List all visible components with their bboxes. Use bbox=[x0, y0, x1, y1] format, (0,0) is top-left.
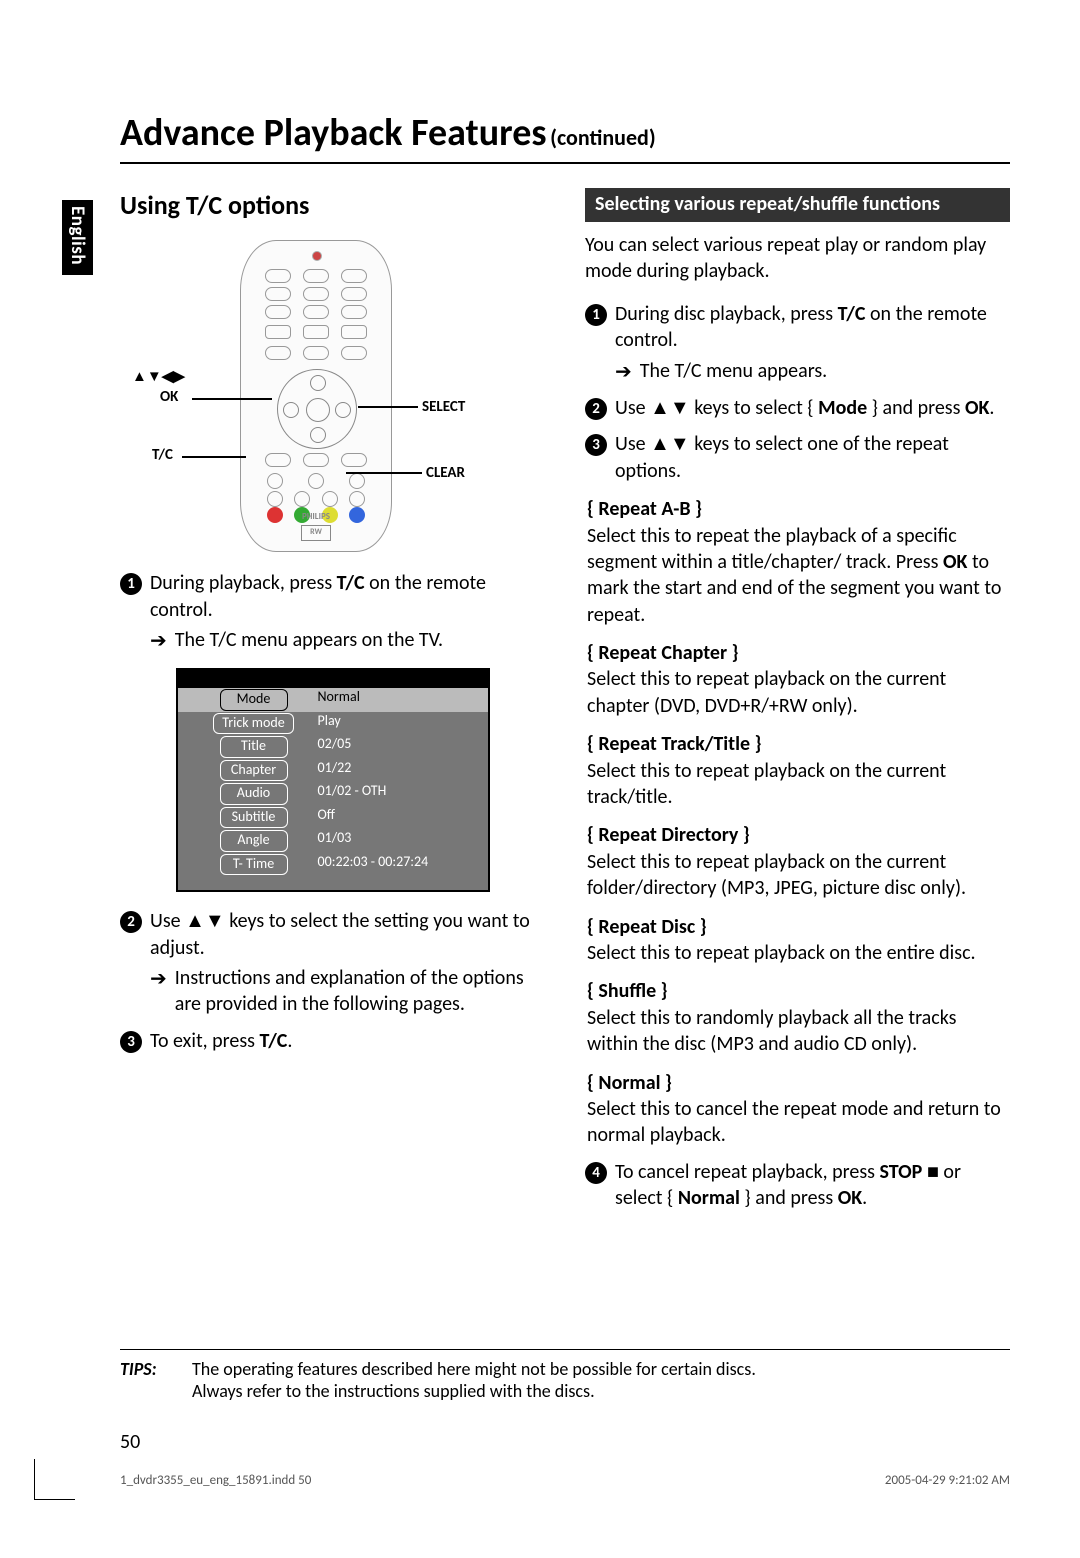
osd-row: Audio01/02 - OTH bbox=[178, 782, 488, 805]
text: OK bbox=[965, 396, 989, 420]
page-title: Advance Playback Features bbox=[120, 110, 546, 156]
left-step-1: 1 During playback, press T/C on the remo… bbox=[120, 570, 545, 623]
repeat-option: { Repeat Directory }Select this to repea… bbox=[587, 822, 1010, 901]
left-step-2: 2 Use ▲▼ keys to select the setting you … bbox=[120, 908, 545, 961]
left-step-1-note: The T/C menu appears on the TV. bbox=[150, 627, 545, 654]
footer-timestamp: 2005-04-29 9:21:02 AM bbox=[885, 1473, 1010, 1488]
text: To cancel repeat playback, press bbox=[615, 1160, 880, 1184]
repeat-option: { Normal }Select this to cancel the repe… bbox=[587, 1070, 1010, 1149]
osd-row: Trick modePlay bbox=[178, 712, 488, 735]
right-step-4: 4 To cancel repeat playback, press STOP … bbox=[585, 1159, 1010, 1212]
text: . bbox=[287, 1029, 292, 1053]
text: During playback, press bbox=[150, 571, 337, 595]
tips-line: Always refer to the instructions supplie… bbox=[192, 1380, 1010, 1402]
text: Mode bbox=[818, 396, 867, 420]
text: . bbox=[862, 1186, 867, 1210]
label-arrows: ▲▼◀▶ bbox=[132, 368, 185, 388]
right-step-1-note: The T/C menu appears. bbox=[615, 358, 1010, 385]
step-number-icon: 3 bbox=[120, 1031, 142, 1053]
step-number-icon: 2 bbox=[120, 911, 142, 933]
right-step-3: 3 Use ▲▼ keys to select one of the repea… bbox=[585, 431, 1010, 484]
left-step-3: 3 To exit, press T/C. bbox=[120, 1028, 545, 1054]
text: STOP bbox=[880, 1160, 923, 1184]
right-step-2: 2 Use ▲▼ keys to select { Mode } and pre… bbox=[585, 395, 1010, 421]
title-bar: Advance Playback Features (continued) bbox=[120, 110, 1010, 164]
text: During disc playback, press bbox=[615, 302, 838, 326]
crop-mark bbox=[34, 1459, 75, 1500]
language-tab: English bbox=[62, 200, 93, 275]
repeat-option: { Repeat Chapter }Select this to repeat … bbox=[587, 640, 1010, 719]
tips-label: TIPS: bbox=[120, 1358, 192, 1402]
text: The T/C menu appears on the TV. bbox=[175, 627, 443, 654]
step-number-icon: 4 bbox=[585, 1162, 607, 1184]
left-column: Using T/C options PHILIPS RW bbox=[120, 188, 545, 1212]
repeat-option: { Shuffle }Select this to randomly playb… bbox=[587, 978, 1010, 1057]
text: OK bbox=[838, 1186, 862, 1210]
tips-line: The operating features described here mi… bbox=[192, 1358, 1010, 1380]
osd-row: ModeNormal bbox=[178, 688, 488, 711]
intro-text: You can select various repeat play or ra… bbox=[585, 232, 1010, 285]
label-tc: T/C bbox=[152, 446, 173, 466]
tips-box: TIPS: The operating features described h… bbox=[120, 1349, 1010, 1402]
label-select: SELECT bbox=[422, 398, 465, 418]
text: } and press bbox=[867, 396, 965, 420]
step-number-icon: 1 bbox=[585, 304, 607, 326]
osd-row: SubtitleOff bbox=[178, 806, 488, 829]
remote-brand: PHILIPS bbox=[241, 511, 391, 523]
text: T/C bbox=[337, 571, 365, 595]
osd-row: Chapter01/22 bbox=[178, 759, 488, 782]
text: Use ▲▼ keys to select the setting you wa… bbox=[150, 908, 545, 961]
step-number-icon: 1 bbox=[120, 573, 142, 595]
page-title-continued: (continued) bbox=[550, 124, 656, 151]
print-footer: 1_dvdr3355_eu_eng_15891.indd 50 2005-04-… bbox=[120, 1473, 1010, 1488]
remote-diagram: PHILIPS RW ▲▼◀▶ OK T/C SELECT CLEAR bbox=[120, 240, 545, 560]
text: T/C bbox=[838, 302, 866, 326]
left-step-2-note: Instructions and explanation of the opti… bbox=[150, 965, 545, 1018]
label-ok: OK bbox=[160, 388, 178, 408]
remote-rw-logo: RW bbox=[301, 525, 331, 541]
text: Normal bbox=[678, 1186, 740, 1210]
right-step-1: 1 During disc playback, press T/C on the… bbox=[585, 301, 1010, 354]
osd-row: Title02/05 bbox=[178, 735, 488, 758]
repeat-option: { Repeat Disc }Select this to repeat pla… bbox=[587, 914, 1010, 967]
text: Use ▲▼ keys to select one of the repeat … bbox=[615, 431, 1010, 484]
right-column: Selecting various repeat/shuffle functio… bbox=[585, 188, 1010, 1212]
label-clear: CLEAR bbox=[426, 464, 465, 484]
page-number: 50 bbox=[120, 1430, 140, 1454]
remote-outline: PHILIPS RW bbox=[240, 240, 392, 552]
step-number-icon: 3 bbox=[585, 434, 607, 456]
repeat-option: { Repeat Track/Title }Select this to rep… bbox=[587, 731, 1010, 810]
text: . bbox=[989, 396, 994, 420]
page-content: Advance Playback Features (continued) Us… bbox=[120, 110, 1010, 1488]
osd-menu: ModeNormalTrick modePlayTitle02/05Chapte… bbox=[176, 668, 490, 892]
text: The T/C menu appears. bbox=[640, 358, 827, 385]
step-number-icon: 2 bbox=[585, 398, 607, 420]
text: T/C bbox=[259, 1029, 287, 1053]
footer-filename: 1_dvdr3355_eu_eng_15891.indd 50 bbox=[120, 1473, 311, 1488]
text: Instructions and explanation of the opti… bbox=[175, 965, 545, 1018]
section-heading: Using T/C options bbox=[120, 188, 545, 222]
text: To exit, press bbox=[150, 1029, 259, 1053]
subsection-heading: Selecting various repeat/shuffle functio… bbox=[585, 188, 1010, 222]
text: } and press bbox=[740, 1186, 838, 1210]
osd-row: T- Time00:22:03 - 00:27:24 bbox=[178, 853, 488, 876]
text: Use ▲▼ keys to select { bbox=[615, 396, 818, 420]
repeat-option: { Repeat A-B }Select this to repeat the … bbox=[587, 496, 1010, 628]
osd-row: Angle01/03 bbox=[178, 829, 488, 852]
